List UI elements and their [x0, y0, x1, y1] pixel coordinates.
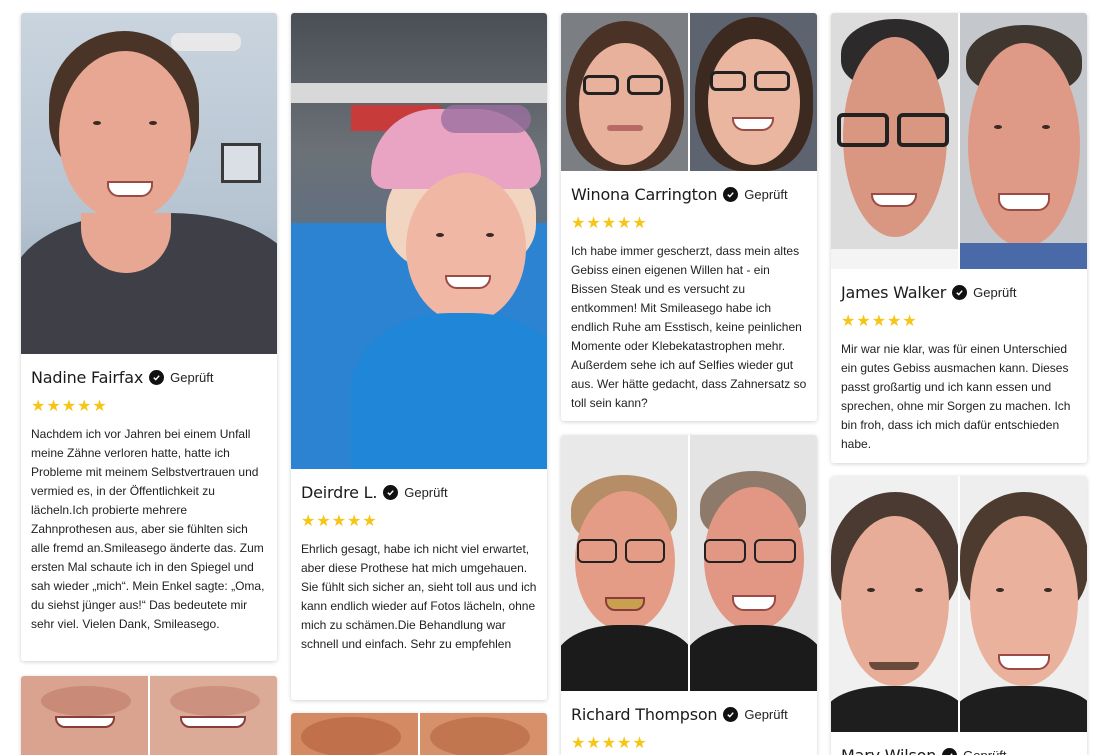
- review-photo: [21, 13, 277, 354]
- verified-label: Geprüft: [170, 370, 214, 385]
- review-photo: [291, 13, 547, 469]
- verified-check-icon: [952, 285, 968, 300]
- star-rating: ★★★★★: [841, 313, 918, 330]
- verified-check-icon: [383, 485, 399, 500]
- review-photo: [561, 435, 817, 691]
- verified-label: Geprüft: [973, 285, 1017, 300]
- reviewer-name: Richard Thompson: [571, 705, 718, 724]
- review-photo: [831, 476, 1087, 732]
- review-card-partial-2: [291, 713, 547, 755]
- review-card-mary: Mary Wilson Geprüft: [831, 476, 1087, 755]
- reviewer-name: James Walker: [841, 283, 947, 302]
- verified-check-icon: [942, 748, 958, 755]
- verified-label: Geprüft: [744, 187, 788, 202]
- verified-label: Geprüft: [404, 485, 448, 500]
- star-rating: ★★★★★: [301, 513, 378, 530]
- review-card-partial-1: [21, 676, 277, 755]
- review-card-james: James Walker Geprüft ★★★★★ Mir war nie k…: [831, 13, 1087, 463]
- review-card-richard: Richard Thompson Geprüft ★★★★★: [561, 435, 817, 755]
- star-rating: ★★★★★: [571, 735, 648, 752]
- review-photo: [21, 676, 277, 755]
- reviewer-name: Deirdre L.: [301, 483, 378, 502]
- verified-check-icon: [723, 187, 739, 202]
- review-text: Ich habe immer gescherzt, dass mein alte…: [571, 244, 807, 410]
- verified-label: Geprüft: [963, 748, 1006, 755]
- review-text: Nachdem ich vor Jahren bei einem Unfall …: [31, 427, 265, 631]
- review-photo: [291, 713, 547, 755]
- reviewer-name: Nadine Fairfax: [31, 368, 144, 387]
- review-card-deirdre: Deirdre L. Geprüft ★★★★★ Ehrlich gesagt,…: [291, 13, 547, 700]
- verified-check-icon: [149, 370, 165, 385]
- verified-check-icon: [723, 707, 739, 722]
- star-rating: ★★★★★: [31, 398, 108, 415]
- star-rating: ★★★★★: [571, 215, 648, 232]
- verified-label: Geprüft: [744, 707, 788, 722]
- review-photo: [561, 13, 817, 171]
- review-text: Ehrlich gesagt, habe ich nicht viel erwa…: [301, 542, 537, 651]
- review-photo: [831, 13, 1087, 269]
- review-text: Mir war nie klar, was für einen Untersch…: [841, 342, 1071, 451]
- reviewer-name: Winona Carrington: [571, 185, 718, 204]
- reviewer-name: Mary Wilson: [841, 746, 936, 755]
- review-card-nadine: Nadine Fairfax Geprüft ★★★★★ Nachdem ich…: [21, 13, 277, 661]
- review-card-winona: Winona Carrington Geprüft ★★★★★ Ich habe…: [561, 13, 817, 421]
